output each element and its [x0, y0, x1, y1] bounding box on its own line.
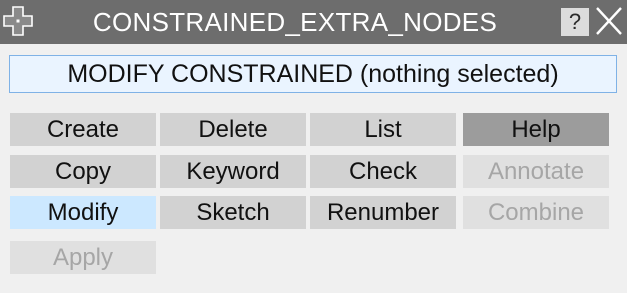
selection-status-box: MODIFY CONSTRAINED (nothing selected) [9, 55, 617, 93]
window-title: CONSTRAINED_EXTRA_NODES [92, 7, 498, 37]
help-button[interactable]: Help [463, 113, 609, 146]
close-x-icon[interactable] [594, 5, 624, 37]
keyword-button[interactable]: Keyword [160, 155, 306, 188]
title-bar[interactable]: CONSTRAINED_EXTRA_NODES ? [0, 0, 627, 44]
move-cross-icon[interactable] [3, 6, 33, 36]
sketch-button[interactable]: Sketch [160, 196, 306, 229]
modify-button[interactable]: Modify [10, 196, 156, 229]
check-button[interactable]: Check [310, 155, 456, 188]
help-question-button[interactable]: ? [561, 8, 589, 36]
combine-button[interactable]: Combine [463, 196, 609, 229]
delete-button[interactable]: Delete [160, 113, 306, 146]
apply-button[interactable]: Apply [10, 241, 156, 274]
renumber-button[interactable]: Renumber [310, 196, 456, 229]
list-button[interactable]: List [310, 113, 456, 146]
constrained-extra-nodes-panel: CONSTRAINED_EXTRA_NODES ? MODIFY CONSTRA… [0, 0, 627, 293]
create-button[interactable]: Create [10, 113, 156, 146]
annotate-button[interactable]: Annotate [463, 155, 609, 188]
copy-button[interactable]: Copy [10, 155, 156, 188]
